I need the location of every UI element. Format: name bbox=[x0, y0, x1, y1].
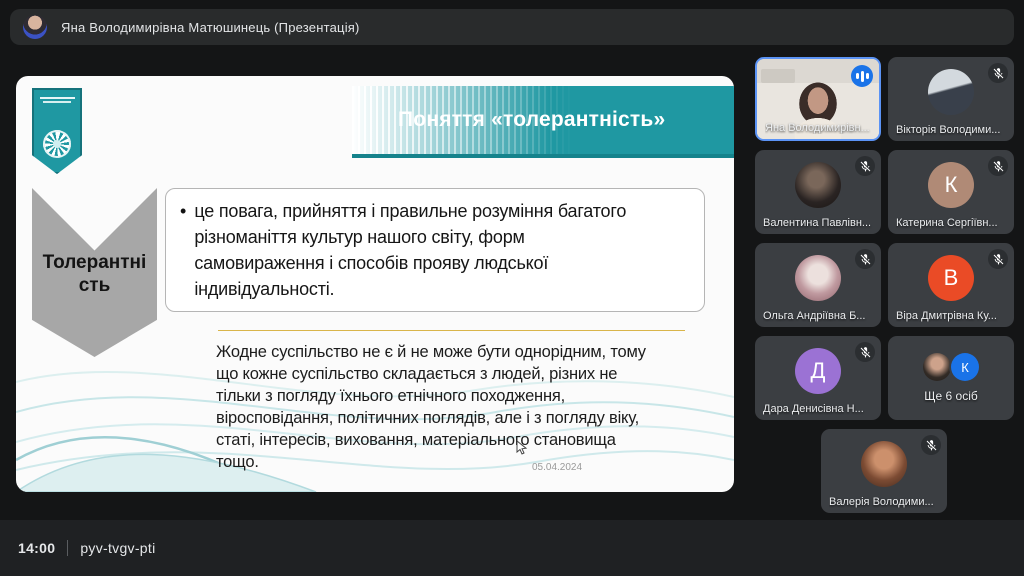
definition-text: це повага, прийняття і правильне розумін… bbox=[194, 201, 627, 299]
avatar bbox=[861, 441, 907, 487]
participant-tile-vira[interactable]: В Віра Дмитрівна Ку... bbox=[888, 243, 1014, 327]
mic-muted-icon bbox=[855, 156, 875, 176]
mic-muted-icon bbox=[988, 249, 1008, 269]
meeting-meta: 14:00 pyv-tvgv-pti bbox=[18, 520, 156, 576]
participant-name: Віра Дмитрівна Ку... bbox=[896, 310, 997, 322]
mic-muted-icon bbox=[988, 156, 1008, 176]
participant-tile-kateryna[interactable]: К Катерина Сергіївн... bbox=[888, 150, 1014, 234]
presentation-slide: Поняття «толерантність» Толерантні сть •… bbox=[16, 76, 734, 492]
participant-tile-olha[interactable]: Ольга Андріївна Б... bbox=[755, 243, 881, 327]
participant-tile-yana[interactable]: Яна Володимирівн... bbox=[755, 57, 881, 141]
overflow-label: Ще 6 осіб bbox=[924, 389, 978, 403]
mic-muted-icon bbox=[921, 435, 941, 455]
participant-tile-viktoria[interactable]: Вікторія Володими... bbox=[888, 57, 1014, 141]
overflow-tile[interactable]: К Ще 6 осіб bbox=[888, 336, 1014, 420]
letter-avatar: К bbox=[928, 162, 974, 208]
university-logo bbox=[32, 88, 82, 174]
participant-name: Дара Денисівна Н... bbox=[763, 403, 864, 415]
participant-name: Валентина Павлівн... bbox=[763, 217, 872, 229]
clock-time: 14:00 bbox=[18, 540, 56, 556]
slide-title: Поняття «толерантність» bbox=[398, 108, 666, 131]
participant-tile-dara[interactable]: Д Дара Денисівна Н... bbox=[755, 336, 881, 420]
overflow-avatars: К bbox=[921, 352, 981, 382]
letter-avatar: К bbox=[951, 353, 979, 381]
avatar bbox=[795, 255, 841, 301]
mouse-cursor bbox=[516, 440, 528, 455]
participant-name: Яна Володимирівн... bbox=[765, 122, 870, 134]
definition-box: • це повага, прийняття і правильне розум… bbox=[165, 188, 705, 312]
presenter-avatar bbox=[23, 15, 47, 39]
body-text: Жодне суспільство не є й не може бути од… bbox=[216, 343, 646, 471]
keyword-chevron-shape: Толерантні сть bbox=[32, 188, 157, 357]
participant-tile-valentyna[interactable]: Валентина Павлівн... bbox=[755, 150, 881, 234]
mic-muted-icon bbox=[855, 342, 875, 362]
participant-name: Валерія Володими... bbox=[829, 496, 934, 508]
avatar bbox=[923, 353, 951, 381]
bullet-marker: • bbox=[180, 201, 187, 221]
participant-name: Ольга Андріївна Б... bbox=[763, 310, 866, 322]
letter-avatar: Д bbox=[795, 348, 841, 394]
keyword-line2: сть bbox=[78, 274, 111, 296]
participant-name: Катерина Сергіївн... bbox=[896, 217, 998, 229]
letter-avatar: В bbox=[928, 255, 974, 301]
avatar bbox=[795, 162, 841, 208]
meet-window: Яна Володимирівна Матюшинець (Презентаці… bbox=[0, 0, 1024, 576]
avatar bbox=[928, 69, 974, 115]
control-bar: 14:00 pyv-tvgv-pti bbox=[0, 520, 1024, 576]
mic-muted-icon bbox=[855, 249, 875, 269]
slide-title-banner: Поняття «толерантність» bbox=[352, 86, 734, 158]
divider-line bbox=[218, 330, 685, 331]
divider bbox=[67, 540, 69, 556]
participant-name: Вікторія Володими... bbox=[896, 124, 1001, 136]
logo-flower-emblem bbox=[43, 130, 71, 158]
speaking-indicator-icon bbox=[851, 65, 873, 87]
meeting-code: pyv-tvgv-pti bbox=[80, 540, 156, 556]
participant-tile-valeriia[interactable]: Валерія Володими... bbox=[821, 429, 947, 513]
presenter-name: Яна Володимирівна Матюшинець (Презентаці… bbox=[61, 19, 360, 35]
mic-muted-icon bbox=[988, 63, 1008, 83]
presenter-banner[interactable]: Яна Володимирівна Матюшинець (Презентаці… bbox=[10, 9, 1014, 45]
keyword-line1: Толерантні bbox=[42, 252, 147, 273]
slide-date: 05.04.2024 bbox=[532, 462, 583, 473]
